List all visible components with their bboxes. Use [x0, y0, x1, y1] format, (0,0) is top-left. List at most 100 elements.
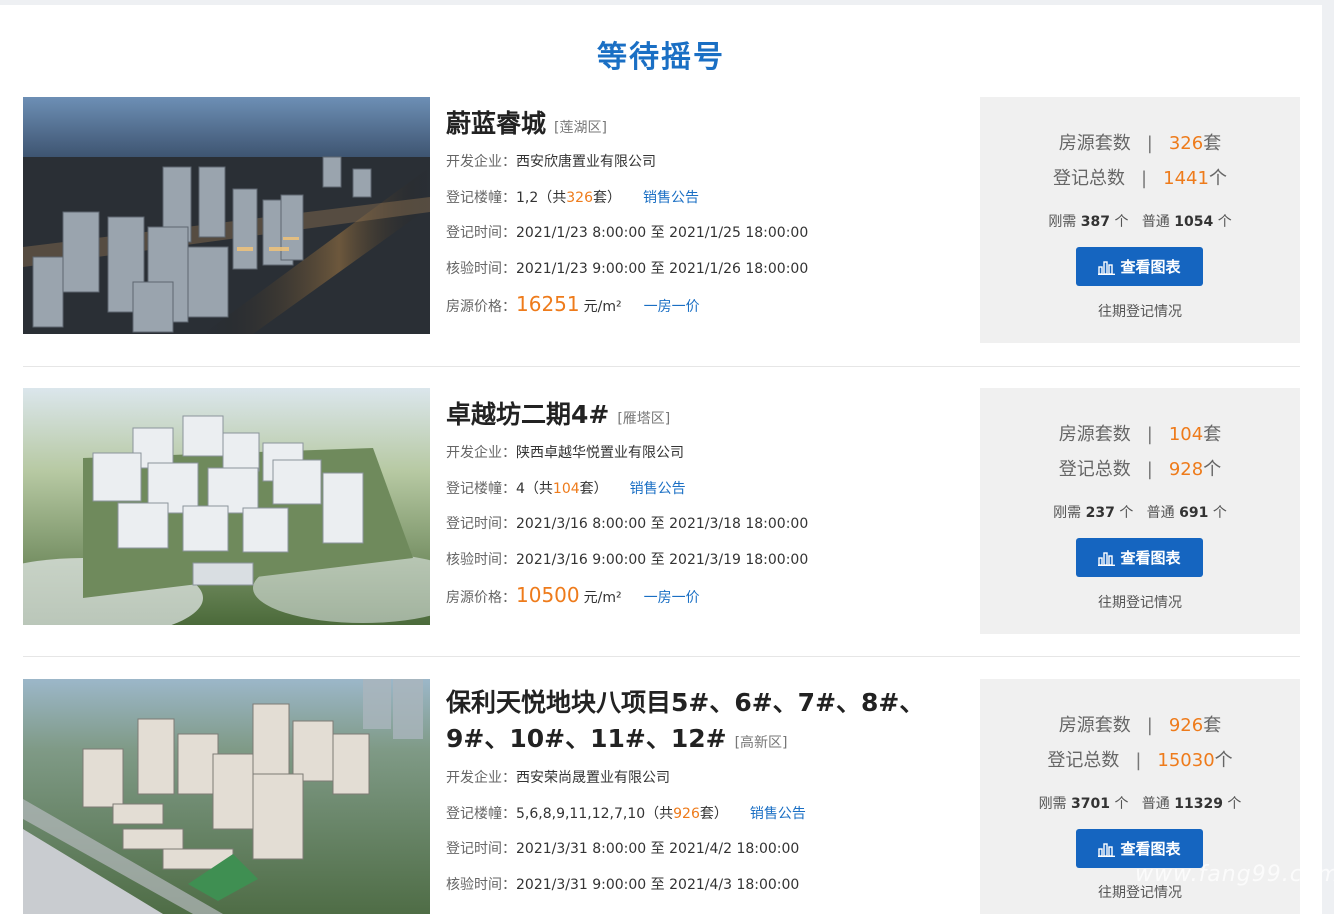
- separator: |: [1146, 133, 1153, 154]
- price-label: 房源价格：: [446, 590, 516, 606]
- verify-time-row: 核验时间：2021/1/23 9:00:00 至 2021/1/26 18:00…: [446, 252, 966, 288]
- breakdown-line: 刚需 237 个 普通 691 个: [980, 502, 1300, 522]
- buildings-label: 登记楼幢：: [446, 805, 516, 822]
- unit-label: 个: [1114, 796, 1129, 812]
- project-title: 保利天悦地块八项目5#、6#、7#、8#、 9#、10#、11#、12# [高新区…: [446, 685, 966, 761]
- developer-label: 开发企业：: [446, 154, 516, 170]
- reg-end: 2021/4/2 18:00:00: [669, 841, 800, 857]
- reg-time-label: 登记时间：: [446, 225, 516, 241]
- to-label: 至: [650, 516, 665, 532]
- project-name[interactable]: 蔚蓝睿城: [446, 109, 546, 138]
- buildings-label: 登记楼幢：: [446, 189, 516, 206]
- housing-count-label: 房源套数: [1058, 715, 1131, 736]
- total-suffix: 套）: [579, 480, 608, 497]
- project-thumbnail[interactable]: [23, 679, 430, 914]
- unit-label: 个: [1217, 214, 1232, 230]
- project-card: 保利天悦地块八项目5#、6#、7#、8#、 9#、10#、11#、12# [高新区…: [23, 679, 1300, 914]
- total-units: 104: [552, 480, 580, 497]
- reg-time-row: 登记时间：2021/1/23 8:00:00 至 2021/1/25 18:00…: [446, 216, 966, 252]
- normal-count: 11329: [1174, 796, 1223, 812]
- verify-start: 2021/3/31 9:00:00: [516, 876, 647, 893]
- rigid-label: 刚需: [1053, 505, 1082, 521]
- buildings-row: 登记楼幢：5,6,8,9,11,12,7,10（共926套） 销售公告: [446, 797, 966, 833]
- price-row: 房源价格：10500 元/m² 一房一价: [446, 578, 966, 614]
- card-divider: [23, 366, 1300, 367]
- price-row: 房源价格：16251 元/m² 一房一价: [446, 287, 966, 323]
- sales-notice-link[interactable]: 销售公告: [750, 806, 806, 822]
- project-info: 卓越坊二期4# [雁塔区] 开发企业：陕西卓越华悦置业有限公司 登记楼幢：4（共1…: [446, 388, 966, 614]
- price-value: 10500: [516, 583, 580, 607]
- rigid-label: 刚需: [1048, 214, 1077, 230]
- buildings-row: 登记楼幢：4（共104套） 销售公告: [446, 472, 966, 508]
- project-name[interactable]: 卓越坊二期4#: [446, 400, 609, 429]
- view-chart-label: 查看图表: [1120, 840, 1181, 858]
- reg-total-value: 15030: [1157, 750, 1215, 771]
- price-value: 16251: [516, 292, 580, 316]
- rigid-count: 387: [1080, 214, 1110, 230]
- buildings-row: 登记楼幢：1,2（共326套） 销售公告: [446, 181, 966, 217]
- housing-count-value: 326: [1168, 133, 1204, 154]
- total-prefix: （共: [645, 805, 674, 822]
- developer-row: 开发企业：西安荣尚晟置业有限公司: [446, 761, 966, 797]
- reg-total-line: 登记总数 | 15030个: [980, 746, 1300, 772]
- developer-value: 西安荣尚晟置业有限公司: [516, 770, 670, 786]
- unit-label: 套: [1203, 133, 1222, 154]
- reg-end: 2021/3/18 18:00:00: [669, 516, 809, 532]
- verify-start: 2021/3/16 9:00:00: [516, 551, 647, 568]
- housing-count-line: 房源套数 | 104套: [980, 420, 1300, 446]
- past-records-link[interactable]: 往期登记情况: [980, 301, 1300, 321]
- project-thumbnail[interactable]: [23, 388, 430, 625]
- bar-chart-icon: [1098, 842, 1116, 857]
- verify-end: 2021/4/3 18:00:00: [669, 876, 800, 893]
- normal-count: 1054: [1174, 214, 1214, 230]
- view-chart-button[interactable]: 查看图表: [1076, 247, 1203, 286]
- to-label: 至: [650, 551, 665, 568]
- project-info: 保利天悦地块八项目5#、6#、7#、8#、 9#、10#、11#、12# [高新区…: [446, 679, 966, 903]
- reg-time-row: 登记时间：2021/3/16 8:00:00 至 2021/3/18 18:00…: [446, 507, 966, 543]
- unit-label: 套: [1203, 424, 1222, 445]
- separator: |: [1146, 715, 1153, 736]
- reg-time-label: 登记时间：: [446, 841, 516, 857]
- verify-start: 2021/1/23 9:00:00: [516, 260, 647, 277]
- project-name-line2[interactable]: 9#、10#、11#、12#: [446, 724, 727, 753]
- breakdown-line: 刚需 3701 个 普通 11329 个: [980, 793, 1300, 813]
- total-suffix: 套）: [593, 189, 621, 206]
- verify-time-label: 核验时间：: [446, 260, 516, 277]
- project-district: [雁塔区]: [617, 411, 671, 427]
- to-label: 至: [650, 841, 665, 857]
- past-records-link[interactable]: 往期登记情况: [980, 592, 1300, 612]
- reg-total-label: 登记总数: [1053, 168, 1126, 189]
- developer-value: 陕西卓越华悦置业有限公司: [516, 445, 684, 461]
- page-title: 等待摇号: [597, 40, 725, 75]
- unit-label: 个: [1214, 750, 1233, 771]
- stats-box: 房源套数 | 104套 登记总数 | 928个 刚需 237 个 普通 691 个 查看…: [980, 388, 1300, 634]
- reg-end: 2021/1/25 18:00:00: [669, 225, 809, 241]
- total-prefix: （共: [538, 189, 567, 206]
- normal-label: 普通: [1141, 214, 1170, 230]
- reg-total-line: 登记总数 | 1441个: [980, 164, 1300, 190]
- verify-end: 2021/3/19 18:00:00: [669, 551, 809, 568]
- card-divider: [23, 656, 1300, 657]
- one-price-link[interactable]: 一房一价: [644, 299, 700, 315]
- verify-time-label: 核验时间：: [446, 551, 516, 568]
- project-district: [高新区]: [734, 735, 788, 751]
- total-units: 326: [566, 189, 593, 206]
- sales-notice-link[interactable]: 销售公告: [630, 481, 686, 497]
- view-chart-button[interactable]: 查看图表: [1076, 538, 1203, 577]
- total-prefix: （共: [524, 480, 553, 497]
- sales-notice-link[interactable]: 销售公告: [643, 190, 699, 206]
- project-title: 蔚蓝睿城 [莲湖区]: [446, 106, 966, 142]
- buildings-value: 4: [516, 480, 525, 497]
- separator: |: [1141, 168, 1148, 189]
- to-label: 至: [650, 260, 665, 277]
- project-info: 蔚蓝睿城 [莲湖区] 开发企业：西安欣唐置业有限公司 登记楼幢：1,2（共326套…: [446, 97, 966, 323]
- watermark: www.fang99.com: [1135, 862, 1334, 887]
- project-title: 卓越坊二期4# [雁塔区]: [446, 397, 966, 433]
- breakdown-line: 刚需 387 个 普通 1054 个: [980, 211, 1300, 231]
- unit-label: 个: [1212, 505, 1227, 521]
- project-card: 蔚蓝睿城 [莲湖区] 开发企业：西安欣唐置业有限公司 登记楼幢：1,2（共326套…: [23, 97, 1300, 367]
- reg-total-label: 登记总数: [1058, 459, 1131, 480]
- project-name-line1[interactable]: 保利天悦地块八项目5#、6#、7#、8#、: [446, 685, 966, 721]
- one-price-link[interactable]: 一房一价: [644, 590, 700, 606]
- project-thumbnail[interactable]: [23, 97, 430, 334]
